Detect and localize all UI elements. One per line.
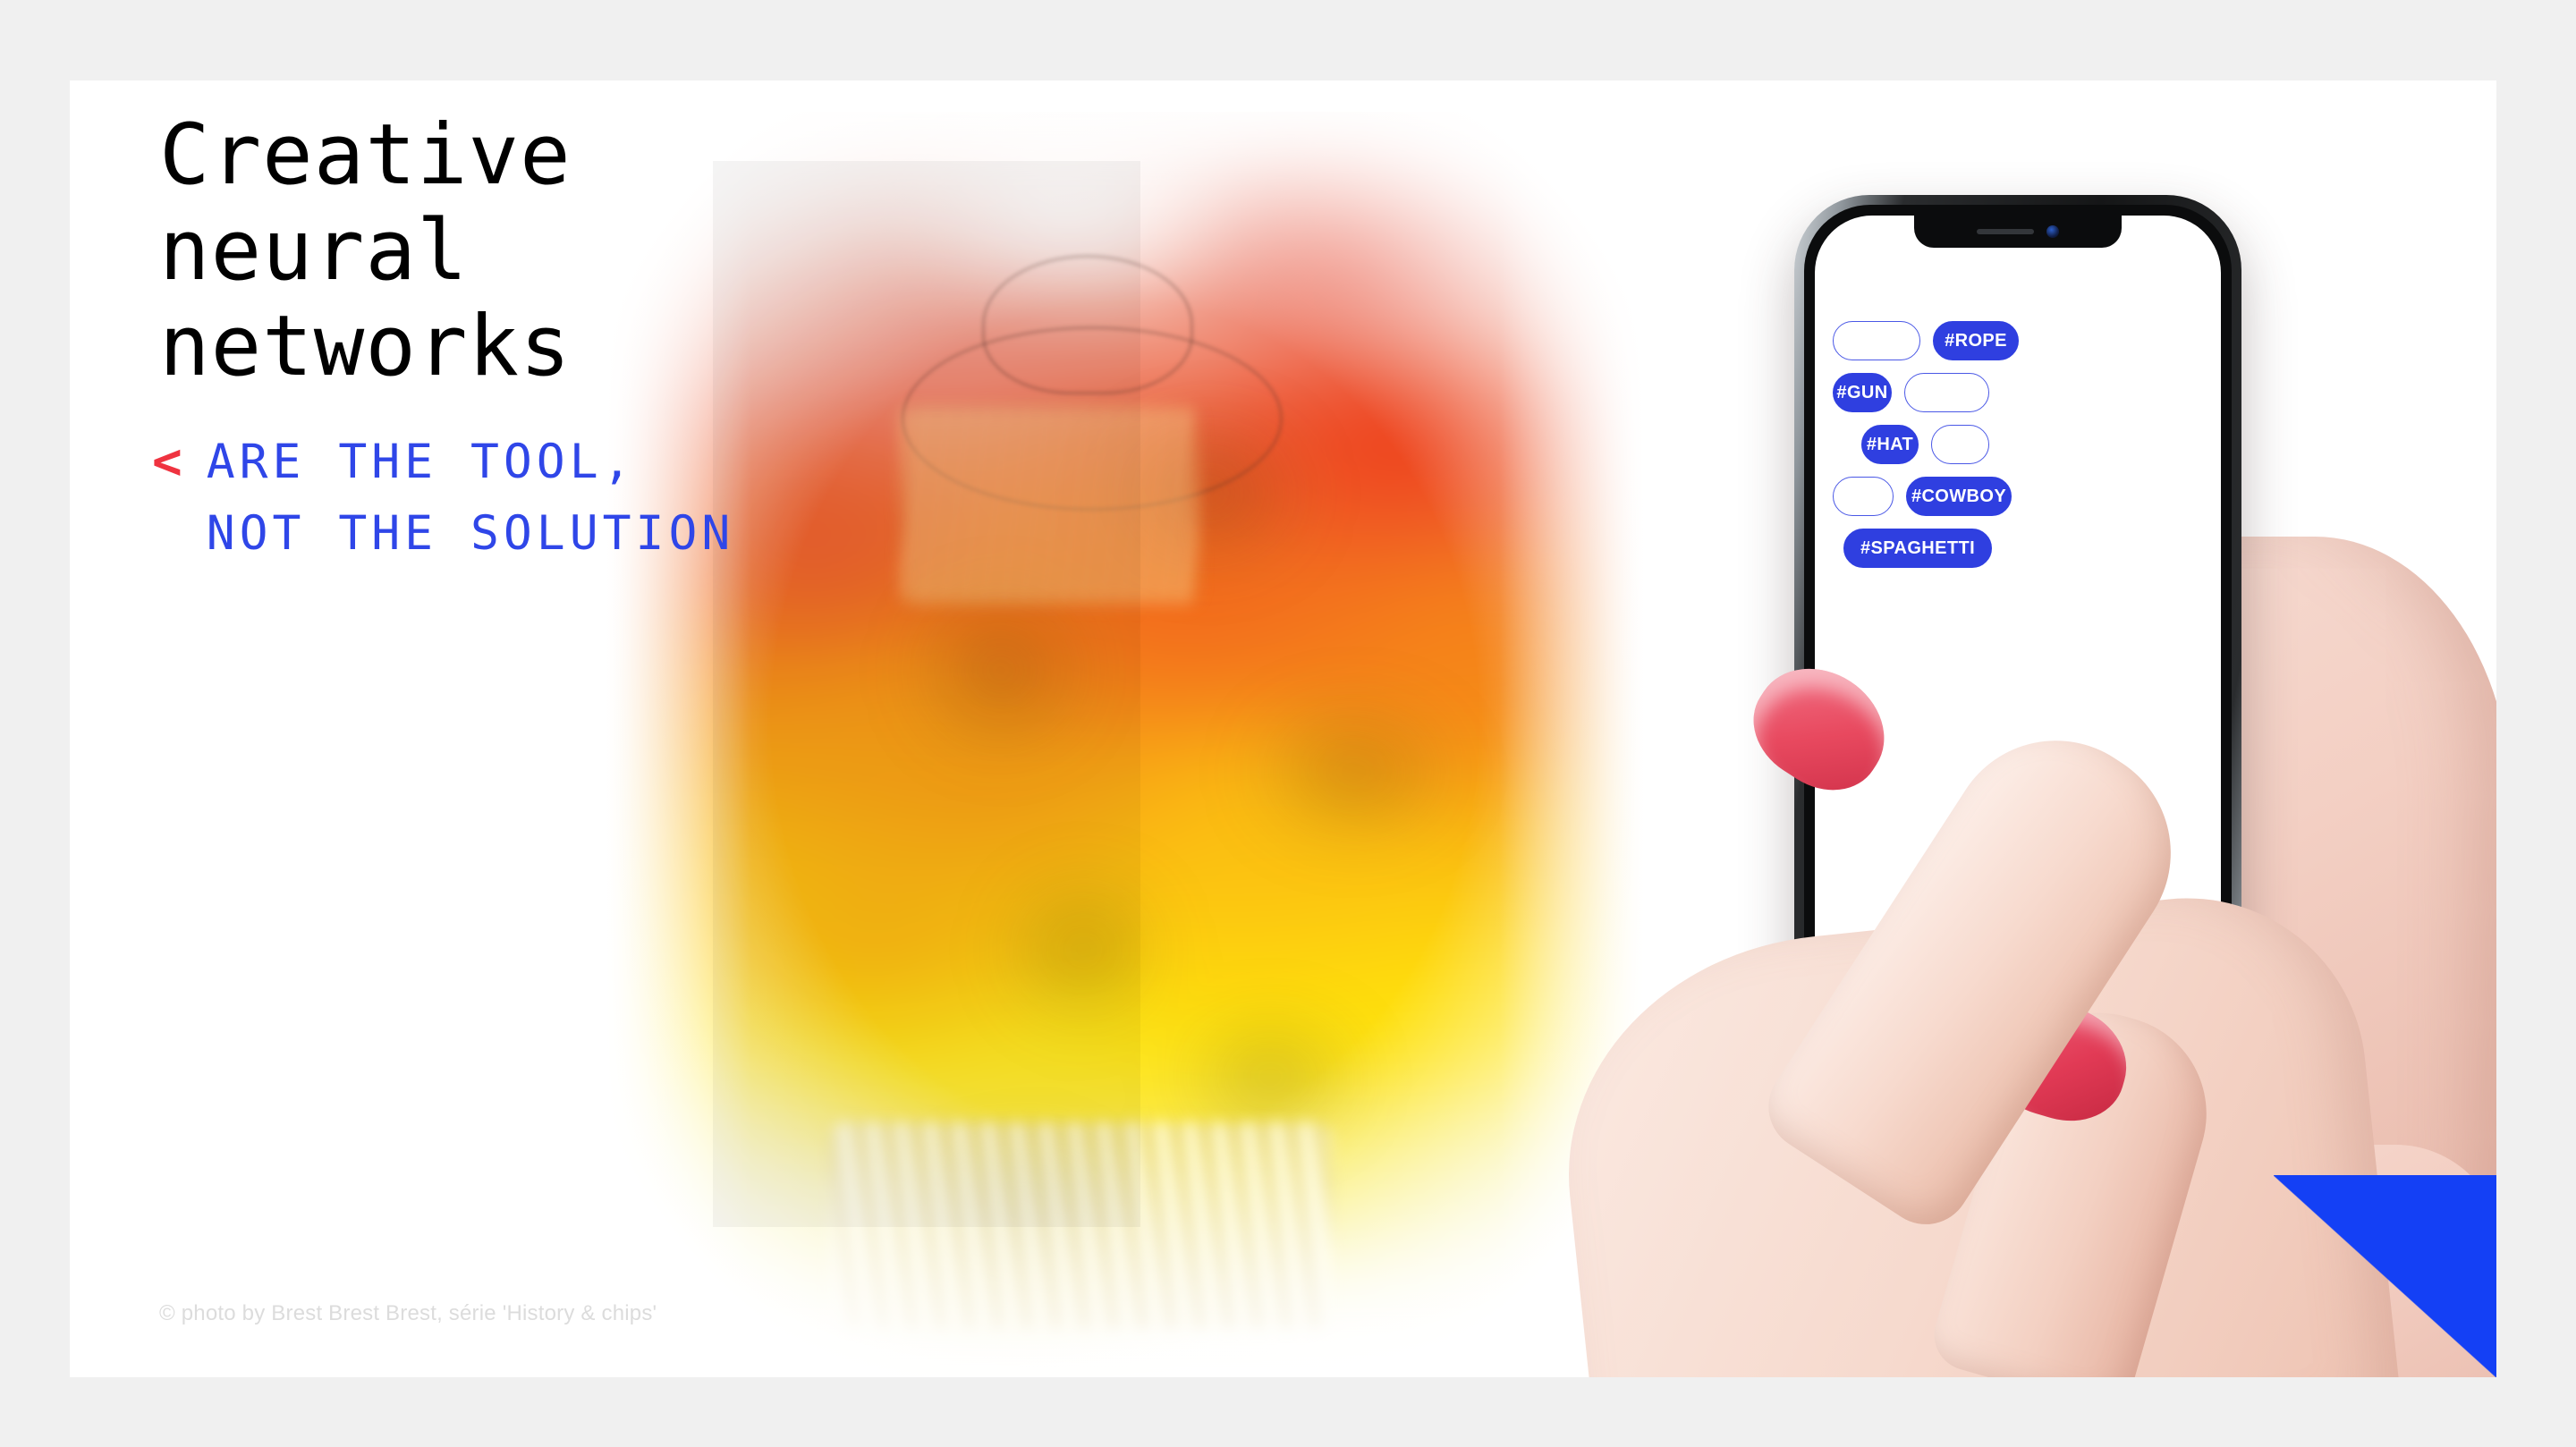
chevron-left-icon: <: [152, 433, 182, 491]
chat-bubble-gun[interactable]: #GUN: [1833, 373, 1892, 412]
photo-credit: © photo by Brest Brest Brest, série 'His…: [159, 1301, 657, 1325]
chat-bubble-empty-3-0[interactable]: [1833, 477, 1894, 516]
chat-bubble-empty-1-1[interactable]: [1904, 373, 1989, 412]
chat-bubble-empty-0-0[interactable]: [1833, 321, 1920, 360]
front-camera-icon: [2046, 225, 2059, 238]
phone-notch: [1914, 216, 2122, 248]
headline-block: Creative neural networks < ARE THE TOOL,…: [152, 106, 735, 570]
subtitle-row: < ARE THE TOOL, NOT THE SOLUTION: [152, 427, 735, 570]
chat-bubble-list: #ROPE #GUN #HAT #COWBOY #SPAGHETTI: [1815, 321, 2221, 568]
page-title: Creative neural networks: [159, 106, 572, 395]
chat-row: #SPAGHETTI: [1833, 529, 2203, 568]
chat-row: #HAT: [1833, 425, 2203, 464]
chat-row: #ROPE: [1833, 321, 2203, 360]
page-subtitle: ARE THE TOOL, NOT THE SOLUTION: [206, 435, 735, 561]
chat-bubble-cowboy[interactable]: #COWBOY: [1906, 477, 2012, 516]
chat-bubble-spaghetti[interactable]: #SPAGHETTI: [1843, 529, 1992, 568]
chat-row: #COWBOY: [1833, 477, 2203, 516]
chat-row: #GUN: [1833, 373, 2203, 412]
chat-bubble-hat[interactable]: #HAT: [1861, 425, 1919, 464]
chat-bubble-rope[interactable]: #ROPE: [1933, 321, 2019, 360]
speaker-grille-icon: [1977, 229, 2034, 234]
corner-triangle-mark: [2274, 1175, 2496, 1377]
chat-bubble-empty-2-1[interactable]: [1931, 425, 1989, 464]
slide-canvas: #ROPE #GUN #HAT #COWBOY #SPAGHETTI Creative …: [70, 80, 2496, 1377]
index-fingernail: [1733, 645, 1907, 811]
